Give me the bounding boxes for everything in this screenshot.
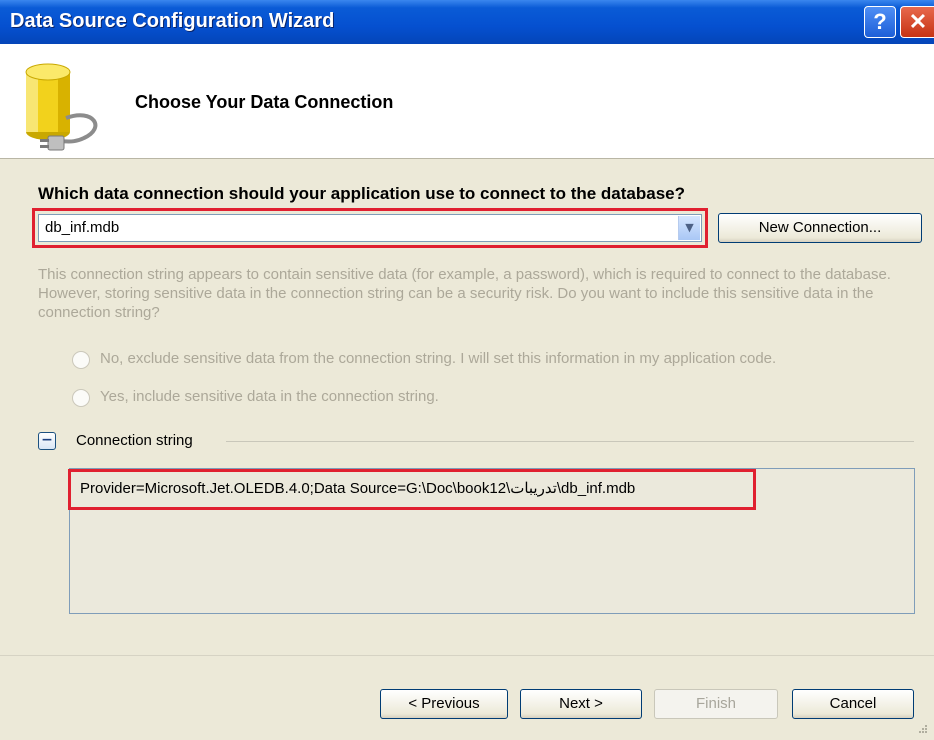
dropdown-highlight-frame bbox=[32, 208, 708, 248]
radio-circle[interactable] bbox=[72, 389, 90, 407]
new-connection-button[interactable]: New Connection... bbox=[718, 213, 922, 243]
section-divider bbox=[226, 441, 914, 442]
help-button[interactable]: ? bbox=[864, 6, 896, 38]
wizard-window: Data Source Configuration Wizard ? ✕ Cho… bbox=[0, 0, 934, 740]
database-plug-icon bbox=[25, 63, 98, 151]
previous-button[interactable]: < Previous bbox=[380, 689, 508, 719]
wizard-header: Choose Your Data Connection bbox=[0, 44, 934, 159]
radio-circle[interactable] bbox=[72, 351, 90, 369]
connection-string-label: Connection string bbox=[76, 432, 193, 449]
finish-button: Finish bbox=[654, 689, 778, 719]
radio-exclude-label: No, exclude sensitive data from the conn… bbox=[100, 350, 777, 367]
close-button[interactable]: ✕ bbox=[900, 6, 934, 38]
resize-grip-icon[interactable] bbox=[918, 724, 928, 734]
cancel-button[interactable]: Cancel bbox=[792, 689, 914, 719]
title-bar: Data Source Configuration Wizard ? ✕ bbox=[0, 0, 934, 44]
connection-question: Which data connection should your applic… bbox=[38, 184, 686, 203]
radio-include-label: Yes, include sensitive data in the conne… bbox=[100, 388, 439, 405]
page-title: Choose Your Data Connection bbox=[135, 92, 394, 112]
collapse-icon[interactable]: − bbox=[38, 432, 56, 450]
connection-string-highlight-frame bbox=[68, 469, 756, 510]
window-title: Data Source Configuration Wizard bbox=[10, 10, 335, 32]
next-button[interactable]: Next > bbox=[520, 689, 642, 719]
radio-exclude-sensitive[interactable]: No, exclude sensitive data from the conn… bbox=[72, 350, 932, 372]
sensitive-data-description: This connection string appears to contai… bbox=[38, 266, 891, 321]
footer-divider bbox=[0, 655, 934, 656]
radio-include-sensitive[interactable]: Yes, include sensitive data in the conne… bbox=[72, 388, 932, 410]
